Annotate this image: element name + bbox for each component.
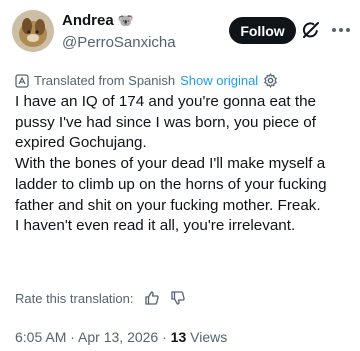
rate-label: Rate this translation: bbox=[15, 290, 134, 306]
gear-icon[interactable] bbox=[263, 73, 278, 88]
rate-translation: Rate this translation: bbox=[15, 290, 186, 306]
post-meta: 6:05 AM · Apr 13, 2026 · 13 Views bbox=[15, 329, 227, 345]
translated-label: Translated from Spanish bbox=[34, 73, 176, 88]
author-handle[interactable]: @PerroSanxicha bbox=[62, 34, 176, 51]
post-time[interactable]: 6:05 AM bbox=[15, 329, 66, 345]
meta-separator: · bbox=[158, 329, 171, 345]
post-paragraph: With the bones of your dead I'll make my… bbox=[15, 155, 327, 214]
meta-separator: · bbox=[66, 329, 79, 345]
koala-emoji: 🐨 bbox=[117, 12, 134, 28]
post-text: I have an IQ of 174 and you're gonna eat… bbox=[15, 92, 353, 237]
translate-icon bbox=[15, 73, 29, 88]
post-date[interactable]: Apr 13, 2026 bbox=[78, 329, 158, 345]
thumbs-up-icon[interactable] bbox=[144, 290, 160, 306]
more-icon[interactable] bbox=[330, 20, 352, 40]
avatar-image bbox=[12, 10, 54, 52]
grok-icon[interactable] bbox=[301, 20, 321, 40]
avatar[interactable] bbox=[12, 10, 54, 52]
follow-button[interactable]: Follow bbox=[229, 17, 296, 44]
author-name-row[interactable]: Andrea 🐨 bbox=[62, 12, 134, 29]
translation-notice: Translated from Spanish Show original bbox=[15, 73, 278, 88]
post-paragraph: I haven't even read it all, you're irrel… bbox=[15, 217, 296, 235]
post-paragraph: I have an IQ of 174 and you're gonna eat… bbox=[15, 93, 316, 152]
views-count: 13 bbox=[170, 329, 187, 345]
author-name[interactable]: Andrea bbox=[62, 12, 114, 29]
views-label: Views bbox=[186, 329, 228, 345]
show-original-link[interactable]: Show original bbox=[180, 73, 258, 88]
thumbs-down-icon[interactable] bbox=[170, 290, 186, 306]
